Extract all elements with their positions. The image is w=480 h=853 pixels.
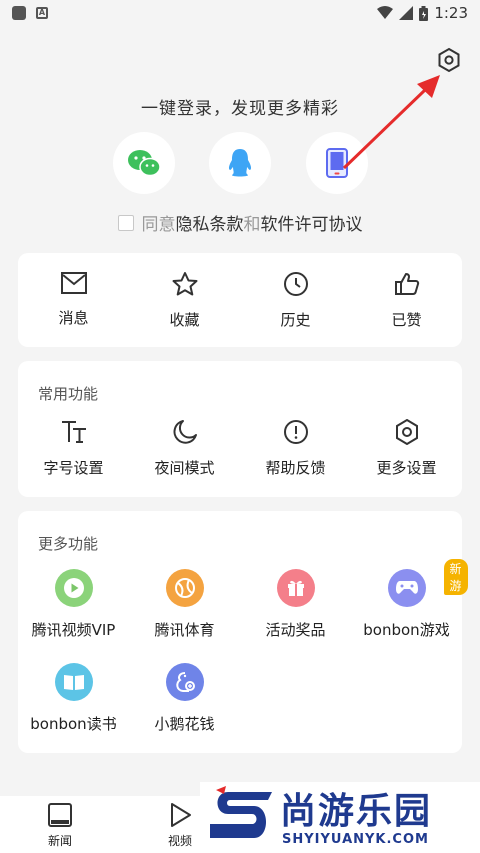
tab-label: 新闻 [47,834,72,848]
more-item-goose-spending[interactable]: 小鹅花钱 [129,663,240,734]
common-label: 更多设置 [376,459,437,477]
more-label: 小鹅花钱 [154,715,215,733]
book-icon-bg [54,663,93,701]
more-label: bonbon读书 [30,715,117,733]
more-item-bonbon-games[interactable]: 新游 bonbon游戏 [351,559,468,640]
settings-button[interactable] [433,44,465,76]
font-size-icon [61,421,86,443]
thumbs-up-icon [394,273,419,295]
common-functions-card: 常用功能 字号设置 夜间模式 帮助反馈 更多设置 [18,361,462,497]
time: 1:23 [434,4,468,22]
common-label: 帮助反馈 [265,459,326,477]
more-item-tencent-video-vip[interactable]: 腾讯视频VIP [18,569,129,640]
more-label: bonbon游戏 [363,621,450,639]
quick-item-messages[interactable]: 消息 [18,271,129,328]
more-label: 活动奖品 [265,621,326,639]
book-icon [63,675,84,690]
agree-checkbox[interactable] [117,214,134,231]
gamepad-icon [395,581,418,594]
common-item-more-settings[interactable]: 更多设置 [351,419,462,478]
more-functions-card: 更多功能 腾讯视频VIP 腾讯体育 活动奖品 新游 bonbon游戏 bonbo… [18,511,468,753]
common-item-font-size[interactable]: 字号设置 [18,419,129,478]
qq-icon [228,149,252,177]
quick-actions-card: 消息 收藏 历史 已赞 [18,253,462,347]
wechat-icon [128,150,161,177]
mail-icon [60,272,87,294]
common-title: 常用功能 [38,385,99,403]
a-icon: A [36,7,48,19]
new-game-badge: 新游 [443,559,468,595]
phone-icon [326,148,348,178]
privacy-link[interactable]: 隐私条款 [176,215,244,235]
more-item-tencent-sports[interactable]: 腾讯体育 [129,569,240,640]
more-item-activity-prizes[interactable]: 活动奖品 [240,569,351,640]
help-icon [283,420,308,444]
license-link[interactable]: 软件许可协议 [261,215,363,235]
news-icon [48,803,72,827]
quick-label: 历史 [280,311,311,329]
quick-item-history[interactable]: 历史 [240,271,351,330]
quick-label: 消息 [58,309,89,327]
more-label: 腾讯体育 [154,621,215,639]
wechat-login-button[interactable] [113,132,175,194]
gift-icon-bg [276,569,315,607]
signal-icon [399,6,414,20]
agreement-row: 同意隐私条款和软件许可协议 [0,210,480,235]
settings-icon [395,419,418,445]
agree-and: 和 [243,215,261,235]
status-bar: A 1:23 [0,0,480,26]
quick-item-favorites[interactable]: 收藏 [129,271,240,330]
common-item-help[interactable]: 帮助反馈 [240,419,351,478]
common-label: 夜间模式 [154,459,215,477]
settings-icon [438,47,460,73]
sports-ball-icon-bg [165,569,204,607]
tab-label: 视频 [167,834,192,848]
wifi-icon [377,6,394,19]
watermark: 尚游乐园 SHYIYUANYK.COM [200,782,480,853]
watermark-url: SHYIYUANYK.COM [282,832,429,847]
gamepad-icon-bg [387,569,426,607]
more-item-bonbon-books[interactable]: bonbon读书 [18,663,129,734]
video-icon [171,803,191,827]
video-play-icon [63,578,84,598]
gift-icon [287,580,304,596]
watermark-text: 尚游乐园 [280,791,433,832]
login-title: 一键登录，发现更多精彩 [141,99,339,119]
quick-label: 收藏 [169,311,200,329]
notification-icon [12,6,26,20]
login-buttons [0,132,480,194]
sports-ball-icon [174,578,195,598]
video-play-icon-bg [54,569,93,607]
qq-login-button[interactable] [209,132,271,194]
agree-prefix: 同意 [141,215,176,235]
phone-login-button[interactable] [306,132,368,194]
quick-label: 已赞 [391,311,422,329]
quick-item-liked[interactable]: 已赞 [351,271,462,330]
star-icon [172,272,197,296]
wallet-icon [175,672,195,692]
common-item-night-mode[interactable]: 夜间模式 [129,419,240,478]
wallet-icon-bg [165,663,204,701]
more-title: 更多功能 [38,535,99,553]
watermark-logo-icon [210,786,272,838]
more-label: 腾讯视频VIP [31,621,116,639]
moon-icon [173,420,197,444]
clock-icon [283,272,308,296]
battery-icon [419,5,429,21]
tab-news[interactable]: 新闻 [30,802,90,849]
common-label: 字号设置 [43,459,104,477]
